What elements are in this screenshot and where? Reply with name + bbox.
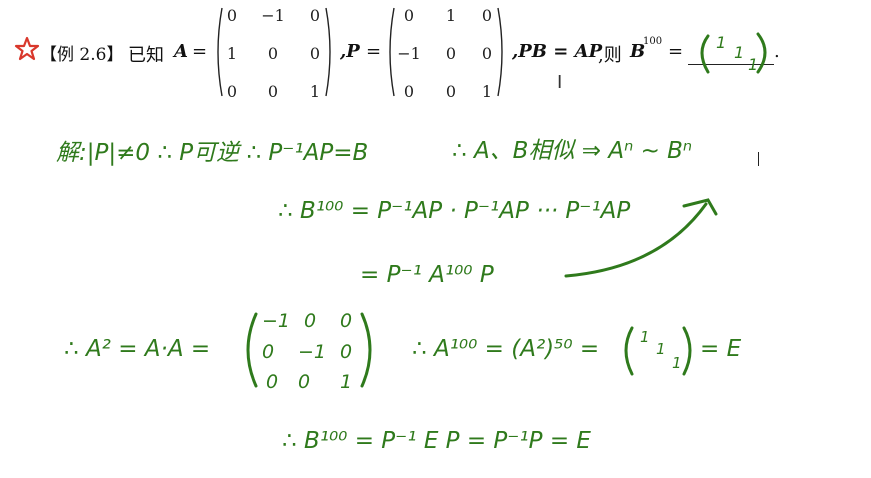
a2-cell-22: −1	[298, 341, 326, 363]
solution-line-1a: 解:|P|≠0 ∴ P可逆 ∴ P⁻¹AP=B	[56, 140, 368, 166]
a2-cell-31: 0	[266, 371, 278, 393]
a2-cell-13: 0	[340, 310, 352, 332]
a2-cell-33: 1	[340, 371, 352, 393]
a2-cell-11: −1	[262, 310, 290, 332]
solution-line-4-left: ∴ A² = A·A =	[64, 336, 210, 362]
solution-line-4-right: ∴ A¹⁰⁰ = (A²)⁵⁰ =	[412, 336, 599, 362]
answer-cell-3: 1	[748, 55, 758, 74]
e-cell-3: 1	[672, 354, 682, 372]
answer-matrix: 1 1 1	[700, 32, 767, 74]
a2-cell-23: 0	[340, 341, 352, 363]
a2-cell-21: 0	[262, 341, 274, 363]
solution-line-4-end: = E	[700, 336, 742, 362]
text-cursor-bar	[758, 152, 759, 166]
a2-cell-12: 0	[304, 310, 316, 332]
answer-cell-1: 1	[716, 33, 726, 52]
handwriting-layer: 1 1 1 解:|P|≠0 ∴ P可逆 ∴ P⁻¹AP=B ∴ A、B相似 ⇒ …	[56, 32, 767, 454]
a2-cell-32: 0	[298, 371, 310, 393]
solution-line-3: = P⁻¹ A¹⁰⁰ P	[360, 262, 494, 288]
e-cell-2: 1	[656, 340, 666, 358]
e-cell-1: 1	[640, 328, 650, 346]
solution-line-1b: ∴ A、B相似 ⇒ Aⁿ ~ Bⁿ	[452, 138, 692, 164]
a-squared-matrix: −1 0 0 0 −1 0 0 0 1	[246, 310, 372, 393]
answer-cell-2: 1	[734, 43, 744, 62]
identity-matrix-handwritten: 1 1 1	[624, 326, 692, 376]
solution-line-2: ∴ B¹⁰⁰ = P⁻¹AP · P⁻¹AP ··· P⁻¹AP	[278, 198, 630, 224]
solution-line-5: ∴ B¹⁰⁰ = P⁻¹ E P = P⁻¹P = E	[282, 428, 591, 454]
